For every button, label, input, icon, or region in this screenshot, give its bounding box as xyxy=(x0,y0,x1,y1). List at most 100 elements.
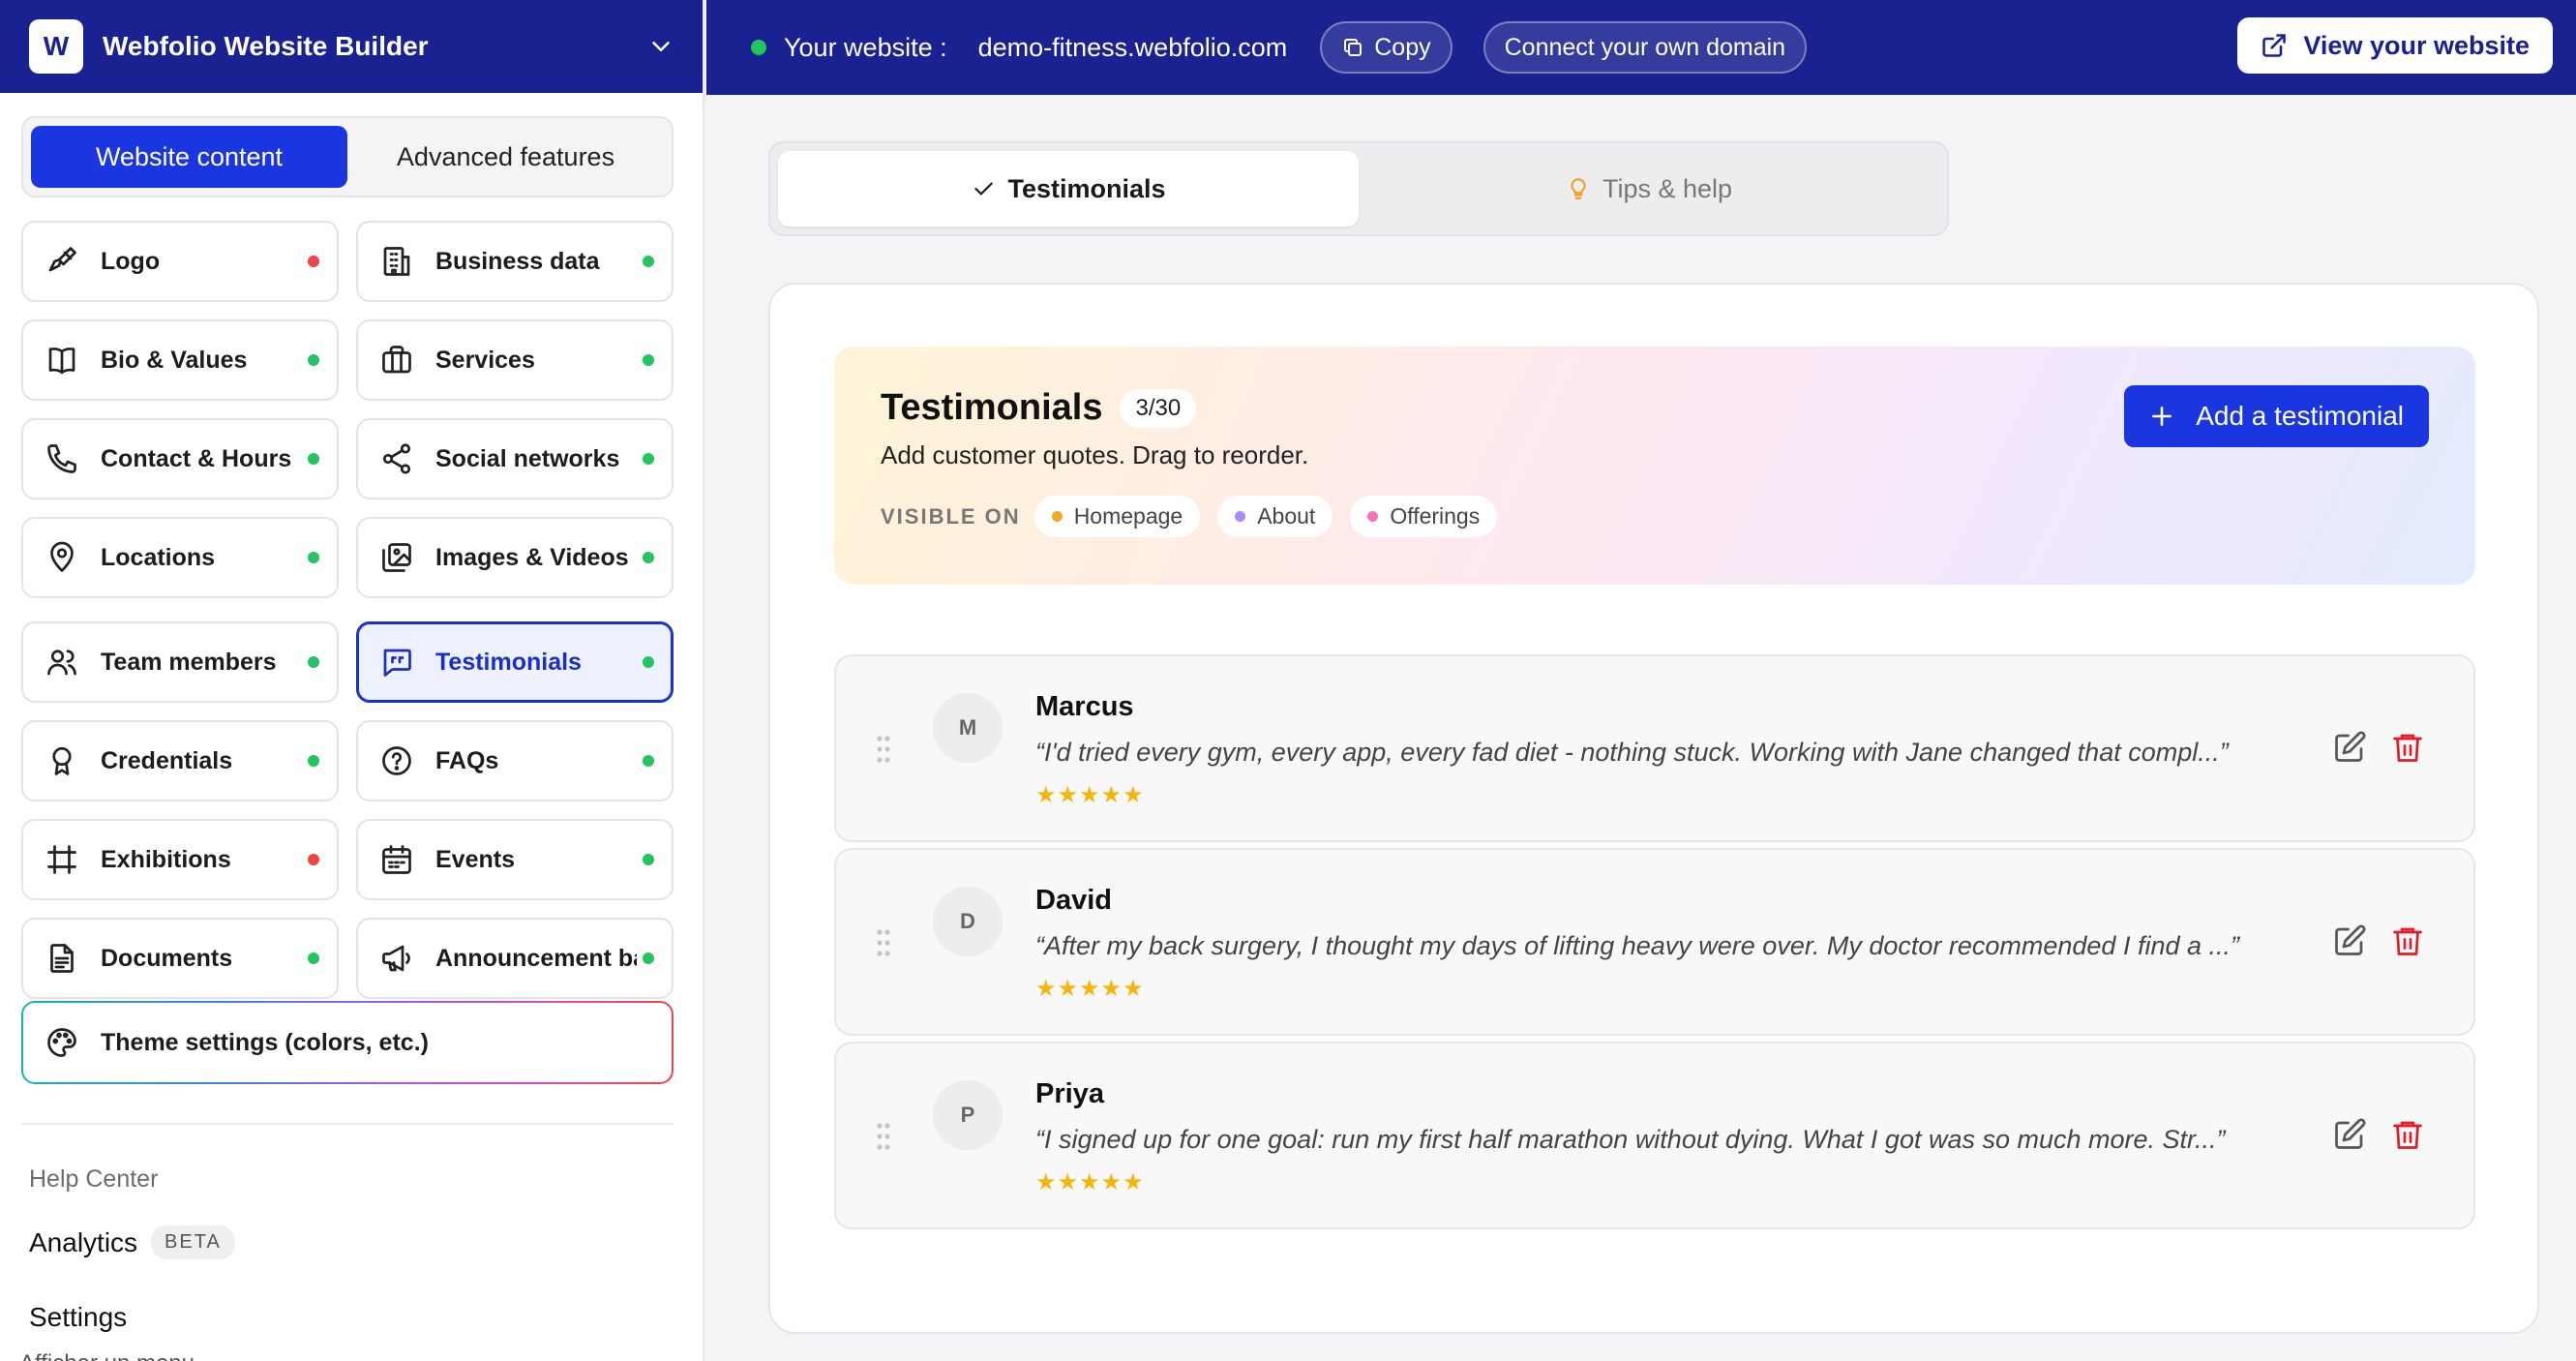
mode-tabs: Website content Advanced features xyxy=(21,116,674,197)
star-icon: ★ xyxy=(1057,976,1079,1002)
chevron-down-icon[interactable] xyxy=(646,32,675,61)
external-link-icon xyxy=(2262,34,2287,57)
edit-icon[interactable] xyxy=(2332,923,2367,958)
edit-icon[interactable] xyxy=(2332,730,2367,765)
status-dot xyxy=(308,552,319,563)
trash-icon[interactable] xyxy=(2390,730,2425,765)
section-card-documents[interactable]: Documents xyxy=(21,918,339,999)
site-label: Your website : xyxy=(784,32,947,62)
tab-testimonials[interactable]: Testimonials xyxy=(778,151,1359,227)
status-dot xyxy=(308,354,319,366)
chip-dot xyxy=(1367,511,1379,522)
visible-chip-homepage: Homepage xyxy=(1033,496,1201,537)
add-testimonial-button[interactable]: Add a testimonial xyxy=(2124,385,2429,447)
settings-link[interactable]: Settings xyxy=(29,1302,127,1333)
help-circle-icon xyxy=(382,746,411,775)
share-icon xyxy=(382,443,411,474)
visible-on-row: VISIBLE ON Homepage About Offerings xyxy=(881,496,2429,537)
trash-icon[interactable] xyxy=(2390,1117,2425,1152)
section-card-images-videos[interactable]: Images & Videos xyxy=(356,517,674,598)
copy-url-button[interactable]: Copy xyxy=(1320,21,1453,74)
testimonial-card[interactable]: P Priya “I signed up for one goal: run my … xyxy=(834,1042,2475,1229)
chip-label: About xyxy=(1257,503,1316,529)
drag-handle-icon[interactable] xyxy=(875,927,892,958)
theme-settings-button[interactable]: Theme settings (colors, etc.) xyxy=(21,1001,674,1084)
connect-domain-label: Connect your own domain xyxy=(1504,33,1786,61)
trash-icon[interactable] xyxy=(2390,923,2425,958)
edit-icon[interactable] xyxy=(2332,1117,2367,1152)
images-icon xyxy=(382,543,411,572)
tab-website-content[interactable]: Website content xyxy=(31,126,347,188)
status-dot xyxy=(308,854,319,865)
section-card-credentials[interactable]: Credentials xyxy=(21,720,339,801)
lightbulb-icon xyxy=(1571,178,1586,199)
testimonials-panel: Testimonials 3/30 Add customer quotes. D… xyxy=(768,283,2539,1334)
testimonial-author: Priya xyxy=(1035,1078,1104,1109)
section-card-testimonials[interactable]: Testimonials xyxy=(356,621,674,703)
chip-dot xyxy=(1235,511,1246,522)
section-card-exhibitions[interactable]: Exhibitions xyxy=(21,819,339,900)
section-label: Business data xyxy=(435,247,600,275)
testimonial-card[interactable]: D David “After my back surgery, I thought … xyxy=(834,848,2475,1036)
check-icon xyxy=(974,182,994,196)
status-dot xyxy=(643,256,654,267)
briefcase-icon xyxy=(382,346,411,374)
section-card-contact-hours[interactable]: Contact & Hours xyxy=(21,418,339,499)
section-label: Announcement bar xyxy=(435,944,637,972)
section-card-bio-values[interactable]: Bio & Values xyxy=(21,319,339,401)
chip-dot xyxy=(1051,511,1063,522)
star-icon: ★ xyxy=(1035,1169,1057,1195)
analytics-link[interactable]: Analytics BETA xyxy=(29,1225,235,1259)
section-card-logo[interactable]: Logo xyxy=(21,221,339,302)
testimonial-author: David xyxy=(1035,885,1112,916)
section-label: Social networks xyxy=(435,444,620,472)
view-website-label: View your website xyxy=(2303,30,2530,60)
rating-stars: ★ ★ ★ ★ ★ xyxy=(1035,1171,1145,1195)
section-card-business-data[interactable]: Business data xyxy=(356,221,674,302)
view-website-button[interactable]: View your website xyxy=(2237,17,2553,74)
brand-switcher[interactable]: W Webfolio Website Builder xyxy=(0,0,703,93)
drag-handle-icon[interactable] xyxy=(875,734,892,765)
tab-label: Tips & help xyxy=(1602,173,1733,203)
star-icon: ★ xyxy=(1123,782,1144,808)
status-dot xyxy=(308,953,319,964)
section-card-services[interactable]: Services xyxy=(356,319,674,401)
rating-stars: ★ ★ ★ ★ ★ xyxy=(1035,978,1145,1001)
status-dot xyxy=(308,755,319,767)
section-label: Testimonials xyxy=(435,648,582,676)
star-icon: ★ xyxy=(1100,1169,1123,1195)
status-dot xyxy=(643,953,654,964)
star-icon: ★ xyxy=(1123,1169,1144,1195)
section-card-events[interactable]: Events xyxy=(356,819,674,900)
count-badge: 3/30 xyxy=(1120,388,1197,428)
tab-label: Testimonials xyxy=(1007,173,1166,203)
rating-stars: ★ ★ ★ ★ ★ xyxy=(1035,784,1145,807)
users-icon xyxy=(47,650,76,676)
testimonials-header: Testimonials 3/30 Add customer quotes. D… xyxy=(834,347,2475,585)
section-card-announcement-bar[interactable]: Announcement bar xyxy=(356,918,674,999)
connect-domain-button[interactable]: Connect your own domain xyxy=(1483,21,1808,74)
avatar: P xyxy=(933,1080,1003,1150)
section-card-team-members[interactable]: Team members xyxy=(21,621,339,703)
status-dot xyxy=(643,354,654,366)
star-icon: ★ xyxy=(1035,782,1057,808)
add-testimonial-label: Add a testimonial xyxy=(2196,401,2404,431)
frame-icon xyxy=(47,845,76,874)
chip-label: Homepage xyxy=(1073,503,1183,529)
tab-tips-help[interactable]: Tips & help xyxy=(1359,151,1939,227)
testimonial-card[interactable]: M Marcus “I'd tried every gym, every app, … xyxy=(834,654,2475,842)
section-card-social-networks[interactable]: Social networks xyxy=(356,418,674,499)
visible-chip-offerings: Offerings xyxy=(1350,496,1498,537)
star-icon: ★ xyxy=(1035,976,1057,1002)
section-label: Images & Videos xyxy=(435,543,629,571)
section-card-locations[interactable]: Locations xyxy=(21,517,339,598)
top-bar: Your website : demo-fitness.webfolio.com… xyxy=(706,0,2576,95)
sidebar-divider xyxy=(21,1123,674,1125)
tab-advanced-features[interactable]: Advanced features xyxy=(347,126,664,188)
drag-handle-icon[interactable] xyxy=(875,1121,892,1152)
testimonial-author: Marcus xyxy=(1035,691,1134,722)
site-url[interactable]: demo-fitness.webfolio.com xyxy=(978,33,1288,63)
section-card-faqs[interactable]: FAQs xyxy=(356,720,674,801)
menu-toggle-text[interactable]: Afficher un menu xyxy=(19,1350,195,1361)
help-center-link[interactable]: Help Center xyxy=(29,1165,158,1194)
